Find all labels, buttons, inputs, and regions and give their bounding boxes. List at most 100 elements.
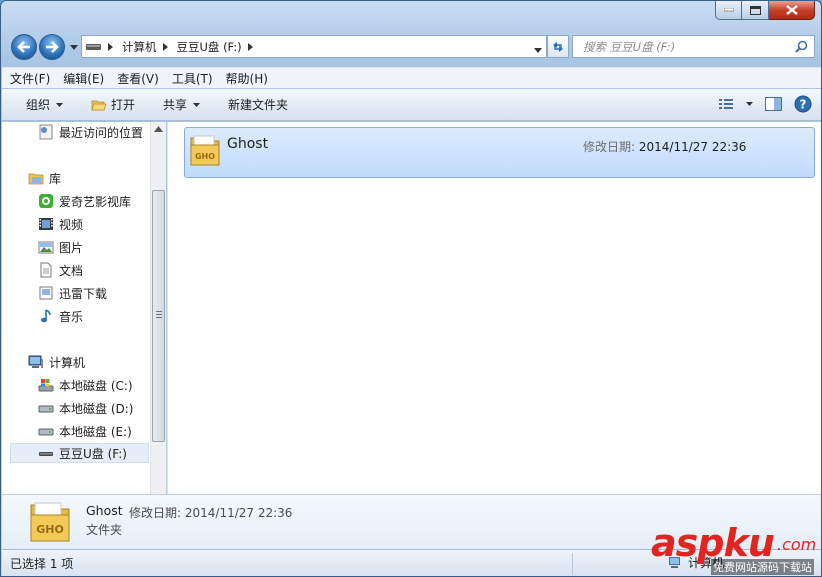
file-item-ghost[interactable]: GHO Ghost 修改日期: 2014/11/27 22:36: [184, 127, 815, 178]
back-button[interactable]: [11, 34, 37, 60]
breadcrumb-computer[interactable]: 计算机: [122, 39, 157, 55]
nav-label: 音乐: [59, 309, 84, 324]
preview-pane-button[interactable]: [765, 97, 782, 111]
minimize-icon: [723, 8, 734, 12]
nav-label: 库: [49, 171, 62, 186]
hard-drive-icon: [38, 423, 54, 439]
close-icon: [785, 5, 798, 15]
svg-text:GHO: GHO: [36, 523, 64, 536]
nav-item-computer[interactable]: 计算机: [28, 352, 85, 372]
nav-label: 本地磁盘 (D:): [59, 401, 134, 416]
new-folder-label: 新建文件夹: [228, 98, 289, 112]
nav-label: 计算机: [49, 355, 86, 370]
organize-button[interactable]: 组织: [26, 96, 64, 113]
nav-label: 文档: [59, 263, 84, 278]
menu-file[interactable]: 文件(F): [10, 70, 50, 87]
scrollbar-thumb[interactable]: [152, 190, 165, 442]
nav-item-documents[interactable]: 文档: [38, 260, 83, 280]
details-modified-label: 修改日期:: [129, 506, 182, 520]
refresh-button[interactable]: [547, 35, 569, 58]
scroll-up-arrow-icon[interactable]: [154, 126, 163, 132]
breadcrumb-separator[interactable]: [162, 42, 171, 51]
iqiyi-icon: [38, 193, 54, 209]
chevron-down-icon: [56, 102, 64, 107]
gho-folder-icon: GHO: [30, 502, 70, 542]
drive-icon: [86, 43, 101, 50]
preview-pane-icon: [765, 97, 782, 111]
watermark-tld: .com: [777, 535, 817, 554]
computer-icon: [28, 354, 44, 370]
view-list-icon: [719, 99, 733, 109]
help-button[interactable]: ?: [794, 95, 812, 113]
menu-tools[interactable]: 工具(T): [172, 70, 213, 87]
share-button[interactable]: 共享: [163, 96, 201, 113]
recent-pages-dropdown[interactable]: [68, 41, 80, 53]
search-placeholder: 搜索 豆豆U盘 (F:): [583, 39, 676, 54]
search-icon[interactable]: [795, 40, 808, 53]
organize-label: 组织: [26, 98, 51, 112]
details-type: 文件夹: [86, 523, 123, 537]
nav-item-drive-e[interactable]: 本地磁盘 (E:): [38, 421, 132, 441]
maximize-icon: [749, 5, 761, 15]
minimize-button[interactable]: [715, 1, 742, 20]
menu-bar: 文件(F) 编辑(E) 查看(V) 工具(T) 帮助(H): [2, 67, 821, 88]
nav-item-pictures[interactable]: 图片: [38, 237, 83, 257]
explorer-window: 计算机 豆豆U盘 (F:) 搜索 豆豆U盘 (F:) 文件(F) 编辑(E) 查…: [0, 0, 822, 577]
document-icon: [38, 262, 54, 278]
watermark: aspku .com 免费网站源码下载站: [651, 521, 821, 576]
nav-item-library[interactable]: 库: [28, 168, 61, 188]
music-icon: [38, 308, 54, 324]
svg-text:GHO: GHO: [195, 152, 215, 161]
nav-label: 本地磁盘 (E:): [59, 424, 132, 439]
breadcrumb-separator[interactable]: [247, 42, 256, 51]
view-options-dropdown[interactable]: [746, 102, 753, 106]
nav-item-recent-places[interactable]: 最近访问的位置: [38, 122, 143, 142]
address-bar[interactable]: 计算机 豆豆U盘 (F:): [81, 35, 547, 58]
search-box[interactable]: 搜索 豆豆U盘 (F:): [572, 35, 815, 58]
file-list: GHO Ghost 修改日期: 2014/11/27 22:36: [167, 122, 821, 494]
forward-button[interactable]: [39, 34, 65, 60]
view-controls: ?: [706, 95, 812, 113]
menu-help[interactable]: 帮助(H): [226, 70, 268, 87]
nav-label: 图片: [59, 240, 84, 255]
open-label: 打开: [111, 98, 136, 112]
watermark-tagline: 免费网站源码下载站: [711, 559, 814, 575]
nav-label: 本地磁盘 (C:): [59, 378, 133, 393]
address-history-dropdown[interactable]: [534, 42, 542, 56]
help-icon: ?: [794, 95, 812, 113]
arrow-left-icon: [17, 41, 30, 53]
folder-open-icon: [91, 100, 107, 110]
nav-item-iqiyi[interactable]: 爱奇艺影视库: [38, 191, 131, 211]
nav-item-music[interactable]: 音乐: [38, 306, 83, 326]
status-divider: [572, 553, 573, 575]
new-folder-button[interactable]: 新建文件夹: [228, 96, 288, 113]
picture-icon: [38, 239, 54, 255]
nav-item-drive-d[interactable]: 本地磁盘 (D:): [38, 398, 133, 418]
selection-count: 已选择 1 项: [10, 557, 74, 571]
menu-edit[interactable]: 编辑(E): [63, 70, 104, 87]
details-name: Ghost: [86, 503, 123, 518]
address-row: 计算机 豆豆U盘 (F:) 搜索 豆豆U盘 (F:): [9, 34, 815, 60]
arrow-right-icon: [46, 41, 59, 53]
open-button[interactable]: 打开: [91, 96, 135, 113]
library-icon: [28, 170, 44, 186]
maximize-button[interactable]: [742, 1, 769, 20]
refresh-icon: [553, 41, 563, 52]
menu-view[interactable]: 查看(V): [117, 70, 159, 87]
breadcrumb-separator[interactable]: [108, 42, 116, 51]
share-label: 共享: [163, 98, 188, 112]
nav-item-thunder-downloads[interactable]: 迅雷下载: [38, 283, 107, 303]
chevron-down-icon: [193, 102, 201, 107]
system-drive-icon: [38, 377, 54, 393]
change-view-button[interactable]: [718, 97, 734, 111]
nav-item-videos[interactable]: 视频: [38, 214, 83, 234]
file-modified: 修改日期: 2014/11/27 22:36: [583, 138, 746, 155]
nav-item-usb-drive[interactable]: 豆豆U盘 (F:): [10, 443, 149, 463]
chevron-down-icon: [746, 102, 753, 106]
nav-item-drive-c[interactable]: 本地磁盘 (C:): [38, 375, 133, 395]
details-modified-value: 2014/11/27 22:36: [184, 506, 293, 520]
close-button[interactable]: [769, 1, 815, 20]
breadcrumb-drive[interactable]: 豆豆U盘 (F:): [177, 39, 242, 55]
nav-scrollbar[interactable]: [150, 122, 166, 494]
nav-label: 豆豆U盘 (F:): [59, 446, 127, 461]
